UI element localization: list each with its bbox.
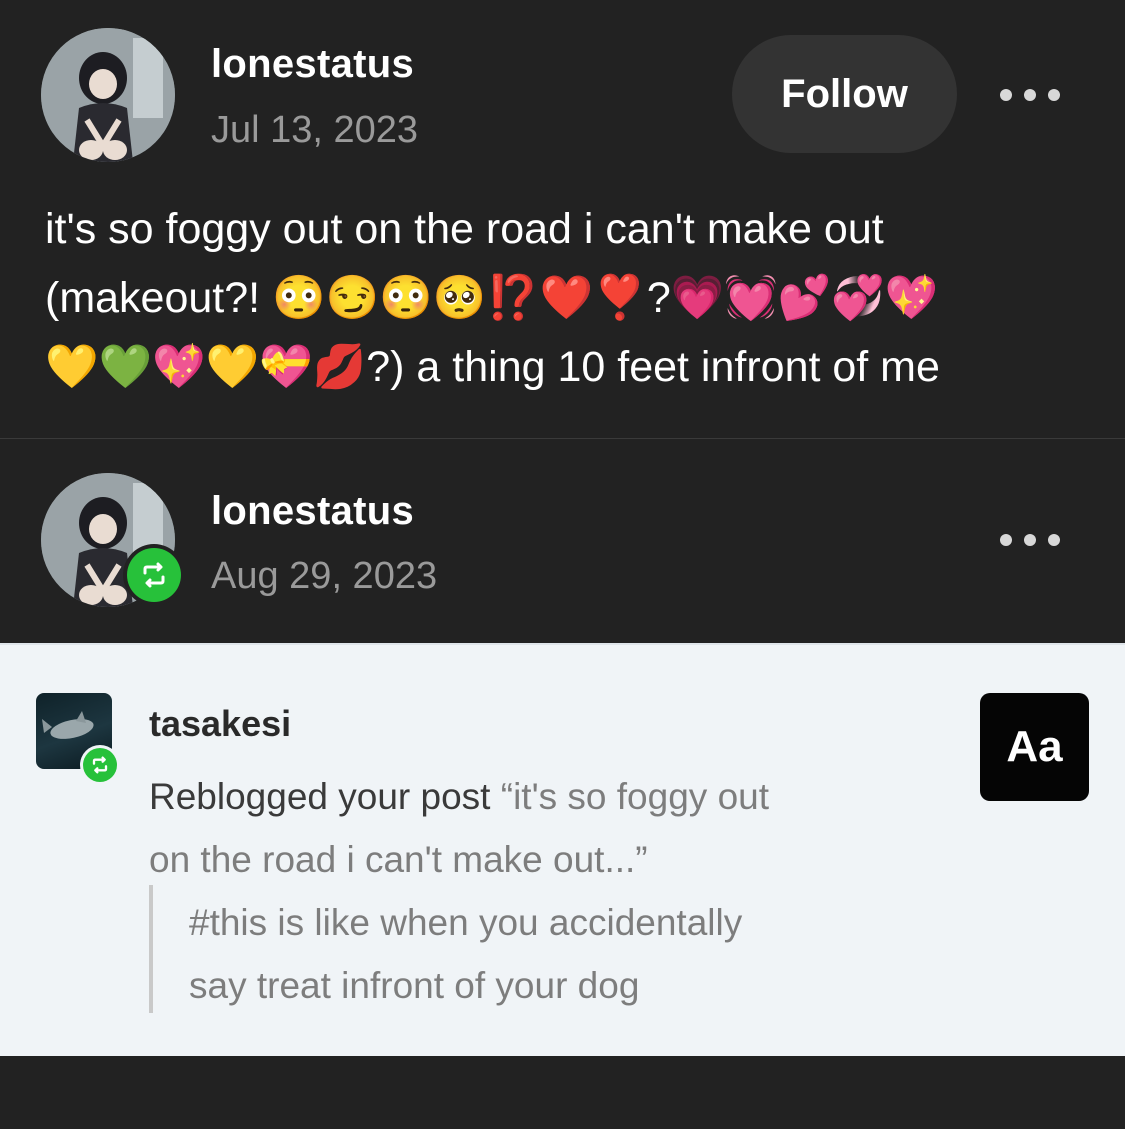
reblog-icon xyxy=(92,756,108,774)
tags-text: #this is like when you accidentally say … xyxy=(189,891,889,1017)
post-body: it's so foggy out on the road i can't ma… xyxy=(45,195,1105,402)
post-body-line: 💛💚💖💛💝💋?) a thing 10 feet infront of me xyxy=(45,343,940,391)
reblog-icon xyxy=(143,562,165,588)
text-size-button[interactable]: Aa xyxy=(980,693,1089,801)
post-body-line: (makeout?! 😳😏😳🥺⁉️❤️❣️?💗💓💕💞💖 xyxy=(45,274,939,322)
more-options-icon[interactable] xyxy=(1000,85,1060,105)
reblog-date[interactable]: Aug 29, 2023 xyxy=(211,555,437,598)
notification-panel: tasakesi Reblogged your post “it's so fo… xyxy=(0,643,1125,1056)
notification-quote: “it's so foggy out xyxy=(500,776,769,817)
post-body-line: it's so foggy out on the road i can't ma… xyxy=(45,205,884,253)
avatar-image xyxy=(41,28,175,162)
more-options-icon[interactable] xyxy=(1000,530,1060,550)
notification-action: Reblogged your post xyxy=(149,776,491,817)
notification-tags: #this is like when you accidentally say … xyxy=(149,885,913,1013)
reblog-badge xyxy=(123,544,185,606)
post-header: lonestatus Jul 13, 2023 Follow xyxy=(0,25,1125,165)
notification-reblog-badge xyxy=(80,745,120,785)
avatar[interactable] xyxy=(41,28,175,162)
notification-text[interactable]: Reblogged your post “it's so foggy out o… xyxy=(149,765,909,891)
tag-line: #this is like when you accidentally xyxy=(189,902,743,943)
notification-quote: on the road i can't make out...” xyxy=(149,839,648,880)
divider xyxy=(0,438,1125,439)
post-date[interactable]: Jul 13, 2023 xyxy=(211,109,418,152)
tag-line: say treat infront of your dog xyxy=(189,965,640,1006)
notification-username[interactable]: tasakesi xyxy=(149,703,291,745)
follow-button[interactable]: Follow xyxy=(732,35,957,153)
reblog-username[interactable]: lonestatus xyxy=(211,489,414,534)
notification-text-line: Reblogged your post “it's so foggy out xyxy=(149,765,909,828)
post-username[interactable]: lonestatus xyxy=(211,42,414,87)
